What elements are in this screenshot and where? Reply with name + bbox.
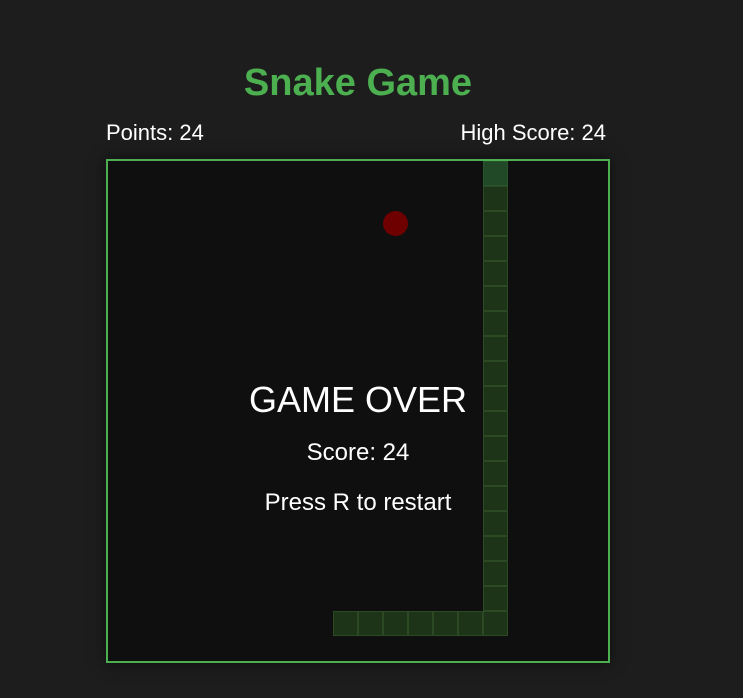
points-counter: Points: 24 — [106, 120, 204, 145]
snake-segment — [358, 611, 383, 636]
snake-segment — [483, 186, 508, 211]
snake-segment — [483, 336, 508, 361]
game-title: Snake Game — [243, 62, 473, 104]
restart-hint: Press R to restart — [264, 489, 452, 516]
snake-segment — [433, 611, 458, 636]
game-board[interactable]: GAME OVER Score: 24 Press R to restart — [106, 159, 610, 663]
snake-segment — [408, 611, 433, 636]
game-over-title: GAME OVER — [248, 379, 468, 420]
snake-segment — [483, 611, 508, 636]
snake-segment — [483, 311, 508, 336]
snake-segment — [483, 536, 508, 561]
final-score: Score: 24 — [306, 439, 410, 466]
snake-segment — [483, 561, 508, 586]
snake-segment — [483, 586, 508, 611]
snake-segment — [483, 261, 508, 286]
snake-segment — [483, 236, 508, 261]
snake-head — [483, 161, 508, 186]
snake-segment — [483, 286, 508, 311]
snake-segment — [383, 611, 408, 636]
snake-segment — [483, 211, 508, 236]
snake-segment — [333, 611, 358, 636]
food-item — [383, 211, 408, 236]
high-score-counter: High Score: 24 — [460, 120, 606, 145]
snake-segment — [458, 611, 483, 636]
